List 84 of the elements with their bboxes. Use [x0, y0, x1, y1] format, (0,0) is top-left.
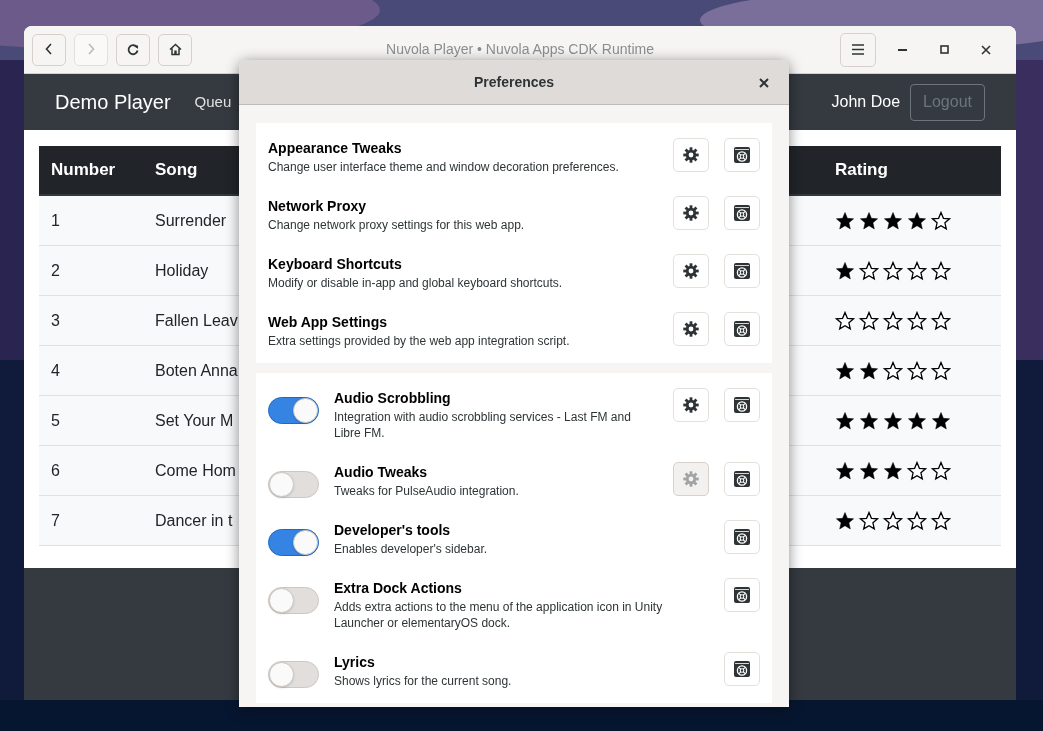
preference-title: Lyrics — [334, 653, 376, 672]
lifebuoy-icon — [734, 471, 750, 487]
help-button[interactable] — [724, 196, 760, 230]
table-cell-text: 3 — [51, 310, 60, 331]
preference-description: Change network proxy settings for this web app. — [268, 217, 526, 233]
settings-button[interactable] — [673, 196, 709, 230]
table-cell-text: Come Hom — [155, 460, 236, 481]
toggle-switch[interactable] — [268, 587, 319, 614]
table-cell-text: 6 — [51, 460, 60, 481]
table-cell-text: 2 — [51, 260, 60, 281]
table-cell-text: Surrender — [155, 210, 227, 231]
preference-description: Integration with audio scrobbling services - Last FM and Libre FM. — [334, 409, 632, 441]
menu-icon — [852, 44, 864, 55]
lifebuoy-icon — [734, 529, 750, 545]
gear-icon — [683, 205, 699, 221]
lifebuoy-icon — [734, 147, 750, 163]
help-button[interactable] — [724, 462, 760, 496]
dialog-title: Preferences — [473, 72, 555, 92]
column-header: Song — [155, 159, 198, 182]
preference-title: Keyboard Shortcuts — [268, 255, 403, 274]
table-cell-text: Dancer in t — [155, 510, 233, 531]
toggle-switch[interactable] — [268, 471, 319, 498]
help-button[interactable] — [724, 138, 760, 172]
reload-button[interactable] — [116, 33, 150, 66]
brand-title: Demo Player — [55, 90, 171, 115]
column-header: Rating — [835, 159, 888, 182]
toggle-switch[interactable] — [268, 529, 319, 556]
gear-icon — [683, 147, 699, 163]
help-button[interactable] — [724, 652, 760, 686]
menu-button[interactable] — [840, 32, 876, 67]
table-cell-text: Boten Anna — [155, 360, 238, 381]
reload-icon — [126, 43, 140, 56]
preference-description: Modify or disable in-app and global keyboard shortcuts. — [268, 275, 564, 291]
settings-button[interactable] — [673, 138, 709, 172]
lifebuoy-icon — [734, 205, 750, 221]
lifebuoy-icon — [734, 263, 750, 279]
preference-title: Audio Tweaks — [334, 463, 429, 482]
preference-title: Developer's tools — [334, 521, 452, 540]
table-cell-text: 5 — [51, 410, 60, 431]
lifebuoy-icon — [734, 661, 750, 677]
table-cell-text: Set Your M — [155, 410, 234, 431]
toggle-switch[interactable] — [268, 661, 319, 688]
home-icon — [168, 43, 182, 56]
help-button[interactable] — [724, 254, 760, 288]
preference-description: Change user interface theme and window decoration preferences. — [268, 159, 620, 175]
table-cell-text: Fallen Leav — [155, 310, 238, 331]
preference-description: Adds extra actions to the menu of the application icon in Unity Launcher or elementaryOS dock. — [334, 599, 664, 631]
toggle-switch[interactable] — [268, 397, 319, 424]
settings-button[interactable] — [673, 388, 709, 422]
preference-description: Shows lyrics for the current song. — [334, 673, 513, 689]
gear-icon — [683, 321, 699, 337]
lifebuoy-icon — [734, 587, 750, 603]
lifebuoy-icon — [734, 321, 750, 337]
table-cell-text: Holiday — [155, 260, 209, 281]
preference-title: Appearance Tweaks — [268, 139, 403, 158]
home-button[interactable] — [158, 33, 192, 66]
window-title: Nuvola Player • Nuvola Apps CDK Runtime — [386, 40, 654, 59]
preference-title: Extra Dock Actions — [334, 579, 463, 598]
close-icon — [759, 78, 769, 88]
help-button[interactable] — [724, 520, 760, 554]
minimize-icon — [897, 48, 907, 51]
lifebuoy-icon — [734, 397, 750, 413]
help-button[interactable] — [724, 578, 760, 612]
gear-icon — [683, 397, 699, 413]
table-cell-text: 4 — [51, 360, 60, 381]
table-cell-text: 1 — [51, 210, 60, 231]
preference-title: Web App Settings — [268, 313, 388, 332]
preference-description: Tweaks for PulseAudio integration. — [334, 483, 520, 499]
column-header: Number — [51, 159, 116, 182]
help-button[interactable] — [724, 312, 760, 346]
gear-icon — [683, 263, 699, 279]
preference-description: Extra settings provided by the web app integration script. — [268, 333, 571, 349]
maximize-icon — [939, 45, 949, 54]
preference-title: Audio Scrobbling — [334, 389, 452, 408]
close-icon — [981, 44, 991, 55]
nav-link[interactable]: Queu — [194, 90, 232, 114]
preference-title: Network Proxy — [268, 197, 368, 216]
settings-button[interactable] — [673, 254, 709, 288]
table-cell-text: 7 — [51, 510, 60, 531]
user-name: John Doe — [831, 92, 901, 112]
preference-description: Enables developer's sidebar. — [334, 541, 489, 557]
settings-button[interactable] — [673, 312, 709, 346]
help-button[interactable] — [724, 388, 760, 422]
gear-icon — [683, 471, 699, 487]
